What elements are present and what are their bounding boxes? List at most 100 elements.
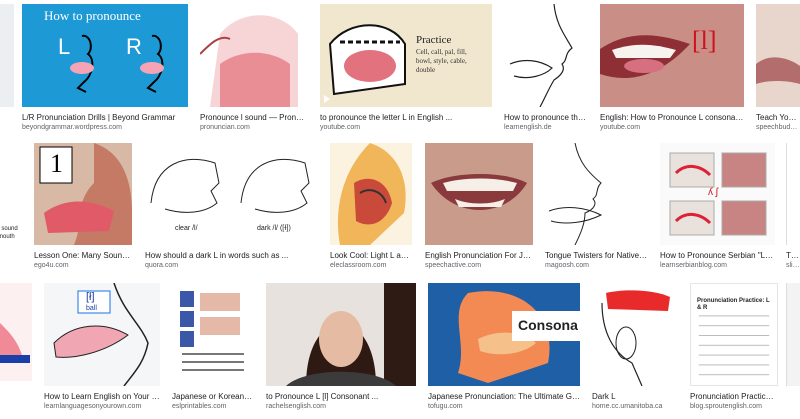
result-tile[interactable]: ʎ ʃ How to Pronounce Serbian "LJ" ... le…: [660, 143, 775, 271]
result-title[interactable]: to Pronounce L [l] Consonant ...: [266, 391, 416, 402]
result-title[interactable]: Japanese Pronunciation: The Ultimate Gui…: [428, 391, 580, 402]
result-caption[interactable]: Dark L home.cc.umanitoba.ca: [592, 391, 678, 412]
result-thumbnail[interactable]: [200, 4, 308, 107]
result-tile[interactable]: [0, 4, 14, 128]
result-thumbnail[interactable]: ʎ ʃ: [660, 143, 775, 245]
result-tile[interactable]: [ł] ball How to Learn English on Your Ow…: [44, 283, 160, 413]
result-thumbnail[interactable]: [504, 4, 588, 107]
result-tile[interactable]: How to pronounce L R L/R Pronunciation D…: [22, 4, 188, 132]
result-caption[interactable]: How to pronounce the L ... learnenglish.…: [504, 112, 588, 132]
result-title[interactable]: Japanese or Korean - E...: [172, 391, 254, 402]
result-title[interactable]: English: How to Pronounce L consonant ..…: [600, 112, 744, 123]
result-thumbnail[interactable]: Pronunciation Practice: L & R: [690, 283, 778, 386]
result-thumbnail[interactable]: [425, 143, 533, 245]
result-source[interactable]: beyondgrammar.wordpress.com: [22, 123, 188, 132]
result-thumbnail[interactable]: clear /l/ dark /l/ ([ɫ]): [145, 143, 317, 245]
result-source[interactable]: learnenglish.de: [504, 123, 588, 132]
result-tile[interactable]: / sound mouth: [0, 143, 24, 267]
result-title[interactable]: Dark L: [592, 391, 678, 402]
result-thumbnail[interactable]: Practice Cell, call, pal, fill, bowl, st…: [320, 4, 492, 107]
result-caption[interactable]: Teach Your Child ... speechbuddy.com: [756, 112, 800, 132]
result-tile[interactable]: Consona Japanese Pronunciation: The Ulti…: [428, 283, 580, 413]
result-tile[interactable]: 1 Lesson One: Many Sounds I... ego4u.com: [34, 143, 132, 271]
result-tile[interactable]: Teach Your Child ... speechbuddy.com: [756, 4, 800, 132]
result-thumbnail[interactable]: [756, 4, 800, 107]
result-tile[interactable]: [786, 283, 800, 413]
result-source[interactable]: pronuncian.com: [200, 123, 308, 132]
result-caption[interactable]: Tongue Twisters for Native C... magoosh.…: [545, 250, 648, 271]
result-thumbnail[interactable]: How to pronounce L R: [22, 4, 188, 107]
result-tile[interactable]: Pronounce l sound — Pronunciation pronun…: [200, 4, 308, 132]
result-thumbnail[interactable]: [266, 283, 416, 386]
result-source[interactable]: rachelsenglish.com: [266, 402, 416, 412]
result-source[interactable]: speechactive.com: [425, 261, 533, 271]
result-title[interactable]: How should a dark L in words such as ...: [145, 250, 317, 261]
result-caption[interactable]: Japanese or Korean - E... eslprintables.…: [172, 391, 254, 412]
result-title[interactable]: How to Learn English on Your Ow...: [44, 391, 160, 402]
result-tile[interactable]: [0, 283, 32, 383]
result-tile[interactable]: clear /l/ dark /l/ ([ɫ]) How should a da…: [145, 143, 317, 271]
result-tile[interactable]: How to pronounce the L ... learnenglish.…: [504, 4, 588, 132]
result-source[interactable]: tofugu.com: [428, 402, 580, 412]
result-tile[interactable]: Th... slide...: [786, 143, 800, 271]
result-title[interactable]: How to Pronounce Serbian "LJ" ...: [660, 250, 775, 261]
result-thumbnail[interactable]: [ł] ball: [44, 283, 160, 386]
result-thumbnail[interactable]: / sound mouth: [0, 143, 24, 245]
result-thumbnail[interactable]: [330, 143, 412, 245]
result-thumbnail[interactable]: 1: [34, 143, 132, 245]
result-source[interactable]: youtube.com: [320, 123, 492, 132]
result-caption[interactable]: Pronounce l sound — Pronunciation pronun…: [200, 112, 308, 132]
result-title[interactable]: to pronounce the letter L in English ...: [320, 112, 492, 123]
result-source[interactable]: blog.sproutenglish.com: [690, 402, 778, 412]
result-caption[interactable]: English: How to Pronounce L consonant ..…: [600, 112, 744, 132]
result-title[interactable]: How to pronounce the L ...: [504, 112, 588, 123]
result-source[interactable]: learnlanguagesonyourown.com: [44, 402, 160, 412]
result-tile[interactable]: English Pronunciation For Jap... speecha…: [425, 143, 533, 271]
result-source[interactable]: eleclassroom.com: [330, 261, 412, 271]
result-thumbnail[interactable]: [172, 283, 254, 386]
result-source[interactable]: ego4u.com: [34, 261, 132, 271]
result-title[interactable]: Lesson One: Many Sounds I...: [34, 250, 132, 261]
result-thumbnail[interactable]: [592, 283, 678, 386]
result-thumbnail[interactable]: [786, 143, 800, 245]
result-thumbnail[interactable]: Consona: [428, 283, 580, 386]
result-title[interactable]: L/R Pronunciation Drills | Beyond Gramma…: [22, 112, 188, 123]
result-caption[interactable]: How should a dark L in words such as ...…: [145, 250, 317, 271]
result-caption[interactable]: How to Pronounce Serbian "LJ" ... learns…: [660, 250, 775, 271]
result-tile[interactable]: to Pronounce L [l] Consonant ... rachels…: [266, 283, 416, 413]
result-title[interactable]: Pronunciation Practice:...: [690, 391, 778, 402]
result-tile[interactable]: Tongue Twisters for Native C... magoosh.…: [545, 143, 648, 271]
result-title[interactable]: Tongue Twisters for Native C...: [545, 250, 648, 261]
result-caption[interactable]: Look Cool: Light L and ... eleclassroom.…: [330, 250, 412, 271]
result-title[interactable]: Look Cool: Light L and ...: [330, 250, 412, 261]
result-source[interactable]: magoosh.com: [545, 261, 648, 271]
result-source[interactable]: slide...: [786, 261, 800, 271]
result-caption[interactable]: Pronunciation Practice:... blog.sprouten…: [690, 391, 778, 412]
result-caption[interactable]: Japanese Pronunciation: The Ultimate Gui…: [428, 391, 580, 412]
result-source[interactable]: learnserbianblog.com: [660, 261, 775, 271]
result-source[interactable]: home.cc.umanitoba.ca: [592, 402, 678, 412]
result-caption[interactable]: How to Learn English on Your Ow... learn…: [44, 391, 160, 412]
result-source[interactable]: eslprintables.com: [172, 402, 254, 412]
result-title[interactable]: Pronounce l sound — Pronunciation: [200, 112, 308, 123]
result-source[interactable]: quora.com: [145, 261, 317, 271]
result-caption[interactable]: Th... slide...: [786, 250, 800, 271]
result-thumbnail[interactable]: [0, 4, 14, 107]
result-thumbnail[interactable]: [545, 143, 648, 245]
result-caption[interactable]: Lesson One: Many Sounds I... ego4u.com: [34, 250, 132, 271]
result-tile[interactable]: [l] English: How to Pronounce L consonan…: [600, 4, 744, 132]
result-source[interactable]: speechbuddy.com: [756, 123, 800, 132]
result-title[interactable]: Th...: [786, 250, 800, 261]
result-tile[interactable]: Japanese or Korean - E... eslprintables.…: [172, 283, 254, 413]
result-tile[interactable]: Dark L home.cc.umanitoba.ca: [592, 283, 678, 413]
result-source[interactable]: youtube.com: [600, 123, 744, 132]
result-tile[interactable]: Practice Cell, call, pal, fill, bowl, st…: [320, 4, 492, 132]
result-caption[interactable]: L/R Pronunciation Drills | Beyond Gramma…: [22, 112, 188, 132]
result-title[interactable]: Teach Your Child ...: [756, 112, 800, 123]
result-tile[interactable]: Pronunciation Practice: L & R Pronunciat…: [690, 283, 778, 413]
result-title[interactable]: English Pronunciation For Jap...: [425, 250, 533, 261]
result-thumbnail[interactable]: [786, 283, 800, 386]
result-thumbnail[interactable]: [0, 283, 32, 381]
result-caption[interactable]: to Pronounce L [l] Consonant ... rachels…: [266, 391, 416, 412]
result-tile[interactable]: Look Cool: Light L and ... eleclassroom.…: [330, 143, 412, 271]
